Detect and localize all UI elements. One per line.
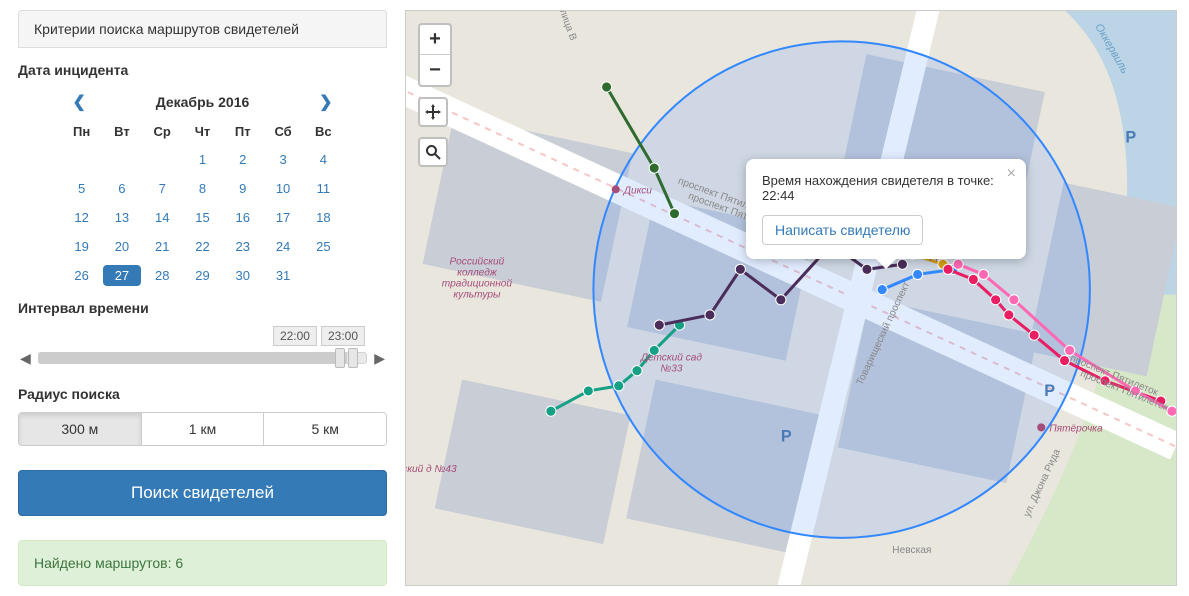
witness-popup: × Время нахождения свидетеля в точке: 22…	[746, 159, 1026, 259]
calendar-dow: Ср	[143, 122, 181, 141]
time-from-label: 22:00	[273, 326, 317, 346]
calendar-dow: Сб	[264, 122, 302, 141]
zoom-out-button[interactable]: −	[420, 55, 450, 85]
calendar-day[interactable]: 18	[304, 207, 342, 228]
radius-option[interactable]: 5 км	[264, 413, 386, 445]
search-button[interactable]: Поиск свидетелей	[18, 470, 387, 516]
calendar-day[interactable]: 11	[304, 178, 342, 199]
calendar-day[interactable]: 20	[103, 236, 141, 257]
calendar-dow: Чт	[183, 122, 221, 141]
criteria-sidebar: Критерии поиска маршрутов свидетелей Дат…	[0, 0, 405, 596]
map-search-button[interactable]	[418, 137, 448, 167]
time-slider[interactable]: 22:00 23:00 ◀ ▶	[18, 326, 387, 372]
calendar-day[interactable]: 3	[264, 149, 302, 170]
popup-text: Время нахождения свидетеля в точке: 22:4…	[762, 173, 1010, 203]
calendar-day[interactable]: 26	[63, 265, 101, 286]
svg-text:P: P	[1125, 129, 1136, 147]
svg-text:культуры: культуры	[453, 290, 501, 301]
calendar-dow: Пт	[224, 122, 262, 141]
calendar-day[interactable]: 4	[304, 149, 342, 170]
svg-text:Пятёрочка: Пятёрочка	[1049, 423, 1103, 434]
slider-left-icon[interactable]: ◀	[20, 350, 31, 367]
calendar-day[interactable]: 22	[183, 236, 221, 257]
slider-fill	[38, 352, 347, 364]
pan-button[interactable]	[418, 97, 448, 127]
contact-witness-button[interactable]: Написать свидетелю	[762, 215, 923, 245]
slider-right-icon[interactable]: ▶	[374, 350, 385, 367]
calendar-day[interactable]: 10	[264, 178, 302, 199]
svg-text:традиционной: традиционной	[442, 279, 513, 290]
radius-option[interactable]: 300 м	[19, 413, 142, 445]
calendar-day[interactable]: 9	[224, 178, 262, 199]
calendar-day[interactable]: 30	[224, 265, 262, 286]
date-label: Дата инцидента	[18, 62, 387, 78]
svg-text:Дикси: Дикси	[623, 185, 652, 196]
calendar-day[interactable]: 29	[183, 265, 221, 286]
calendar-day[interactable]: 5	[63, 178, 101, 199]
result-alert: Найдено маршрутов: 6	[18, 540, 387, 586]
calendar-day[interactable]: 19	[63, 236, 101, 257]
svg-text:колледж: колледж	[457, 267, 498, 278]
calendar-dow: Пн	[63, 122, 101, 141]
calendar-day[interactable]: 8	[183, 178, 221, 199]
panel-title: Критерии поиска маршрутов свидетелей	[18, 10, 387, 48]
svg-text:P: P	[781, 428, 792, 446]
calendar-day[interactable]: 28	[143, 265, 181, 286]
svg-text:№33: №33	[660, 364, 683, 375]
time-to-label: 23:00	[321, 326, 365, 346]
calendar-day[interactable]: 27	[103, 265, 141, 286]
svg-text:тский д №43: тский д №43	[406, 464, 457, 475]
calendar-day[interactable]: 15	[183, 207, 221, 228]
calendar-day[interactable]: 12	[63, 207, 101, 228]
calendar-title: Декабрь 2016	[156, 94, 250, 110]
search-icon	[425, 144, 441, 160]
calendar-dow: Вс	[304, 122, 342, 141]
calendar-day[interactable]: 17	[264, 207, 302, 228]
svg-text:Российский: Российский	[450, 256, 505, 267]
calendar-day[interactable]: 13	[103, 207, 141, 228]
calendar-next-icon[interactable]: ❯	[309, 88, 342, 116]
calendar-day[interactable]: 23	[224, 236, 262, 257]
calendar-day[interactable]: 31	[264, 265, 302, 286]
calendar-day[interactable]: 16	[224, 207, 262, 228]
calendar-day[interactable]: 25	[304, 236, 342, 257]
svg-text:Невская: Невская	[892, 545, 931, 556]
svg-text:Детский сад: Детский сад	[640, 353, 703, 364]
calendar-day[interactable]: 6	[103, 178, 141, 199]
calendar-day[interactable]: 1	[183, 149, 221, 170]
calendar-dow: Вт	[103, 122, 141, 141]
close-icon[interactable]: ×	[1007, 165, 1016, 183]
zoom-control: + −	[418, 23, 452, 87]
map-pane[interactable]: ДиксиМагнитДиксиПятёрочкаРоссийскийколле…	[405, 10, 1177, 586]
calendar-day[interactable]: 21	[143, 236, 181, 257]
calendar-day[interactable]: 2	[224, 149, 262, 170]
interval-label: Интервал времени	[18, 300, 387, 316]
map-canvas[interactable]: ДиксиМагнитДиксиПятёрочкаРоссийскийколле…	[406, 11, 1176, 586]
calendar-day[interactable]: 24	[264, 236, 302, 257]
radius-group: 300 м1 км5 км	[18, 412, 387, 446]
popup-tip	[876, 259, 896, 269]
radius-option[interactable]: 1 км	[142, 413, 265, 445]
move-icon	[425, 104, 441, 120]
calendar-prev-icon[interactable]: ❮	[63, 88, 96, 116]
radius-label: Радиус поиска	[18, 386, 387, 402]
slider-handle-from[interactable]	[335, 348, 345, 368]
slider-handle-to[interactable]	[348, 348, 358, 368]
zoom-in-button[interactable]: +	[420, 25, 450, 55]
svg-text:P: P	[1044, 382, 1055, 400]
calendar-day[interactable]: 7	[143, 178, 181, 199]
calendar: ❮ Декабрь 2016 ❯ ПнВтСрЧтПтСбВс...123456…	[63, 88, 343, 286]
calendar-day[interactable]: 14	[143, 207, 181, 228]
